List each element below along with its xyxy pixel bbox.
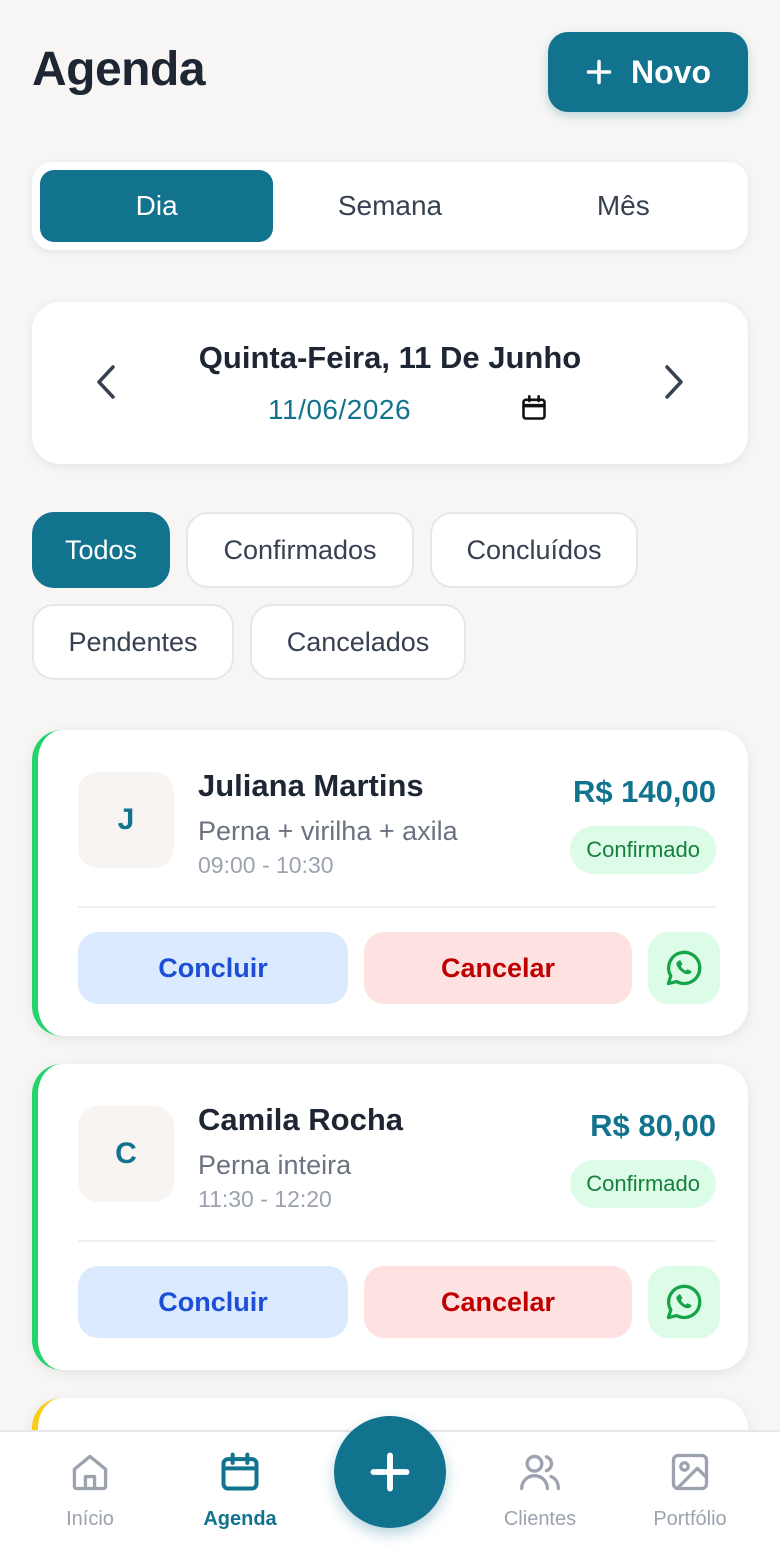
avatar: C	[78, 1106, 174, 1202]
header: Agenda Novo	[32, 32, 748, 112]
appointment-time: 11:30 - 12:20	[198, 1186, 332, 1212]
nav-label: Clientes	[503, 1508, 577, 1530]
page-title: Agenda	[32, 43, 206, 96]
home-icon	[72, 1454, 108, 1491]
appointment-card[interactable]: C Camila Rocha Perna inteira 11:30 - 12:…	[32, 1064, 748, 1370]
price: R$ 80,00	[590, 1108, 716, 1143]
new-button-label: Novo	[631, 53, 711, 90]
client-name: Juliana Martins	[198, 768, 424, 803]
appointment-card[interactable]: J Juliana Martins Perna + virilha + axil…	[32, 730, 748, 1036]
nav-item-clients[interactable]: Clientes	[470, 1450, 610, 1531]
filter-confirmed[interactable]: Confirmados	[186, 512, 414, 588]
conclude-button[interactable]: Concluir	[78, 1266, 348, 1338]
appointment-time: 09:00 - 10:30	[198, 852, 334, 878]
tab-week[interactable]: Semana	[273, 170, 506, 242]
tab-month[interactable]: Mês	[507, 170, 740, 242]
whatsapp-icon	[666, 950, 702, 986]
cancel-button[interactable]: Cancelar	[364, 1266, 632, 1338]
calendar-picker-icon[interactable]	[520, 394, 548, 422]
next-day-button[interactable]	[654, 362, 694, 402]
chevron-right-icon	[665, 365, 683, 399]
date-input[interactable]: 11/06/2026	[268, 390, 548, 430]
whatsapp-button[interactable]	[648, 932, 720, 1004]
divider	[78, 906, 716, 908]
divider	[78, 1240, 716, 1242]
nav-label: Agenda	[203, 1508, 277, 1530]
nav-item-portfolio[interactable]: Portfólio	[620, 1450, 760, 1531]
whatsapp-icon	[666, 1284, 702, 1320]
plus-icon	[370, 1452, 410, 1492]
price: R$ 140,00	[572, 774, 716, 809]
add-appointment-fab[interactable]	[334, 1416, 446, 1528]
nav-item-home[interactable]: Início	[20, 1450, 160, 1531]
filter-cancelled[interactable]: Cancelados	[250, 604, 466, 680]
image-icon	[671, 1453, 709, 1491]
plus-icon	[586, 59, 612, 85]
new-appointment-button[interactable]: Novo	[548, 32, 748, 112]
filter-pending[interactable]: Pendentes	[32, 604, 234, 680]
service-name: Perna inteira	[198, 1150, 352, 1180]
status-badge: Confirmado	[570, 826, 716, 874]
service-name: Perna + virilha + axila	[198, 816, 458, 846]
nav-item-agenda[interactable]: Agenda	[170, 1450, 310, 1531]
whatsapp-button[interactable]	[648, 1266, 720, 1338]
filter-all[interactable]: Todos	[32, 512, 170, 588]
date-value: 11/06/2026	[268, 394, 412, 425]
date-selector: Quinta-Feira, 11 De Junho 11/06/2026	[32, 302, 748, 464]
client-name: Camila Rocha	[198, 1102, 404, 1137]
tab-day[interactable]: Dia	[40, 170, 274, 242]
cancel-button[interactable]: Cancelar	[364, 932, 632, 1004]
view-tabs: Dia Semana Mês	[32, 162, 748, 250]
nav-label: Início	[66, 1508, 114, 1530]
nav-label: Portfólio	[653, 1508, 727, 1530]
avatar: J	[78, 772, 174, 868]
conclude-button[interactable]: Concluir	[78, 932, 348, 1004]
filter-completed[interactable]: Concluídos	[430, 512, 638, 588]
calendar-icon	[221, 1452, 259, 1491]
date-title: Quinta-Feira, 11 De Junho	[198, 340, 582, 375]
users-icon	[520, 1454, 560, 1491]
status-badge: Confirmado	[570, 1160, 716, 1208]
